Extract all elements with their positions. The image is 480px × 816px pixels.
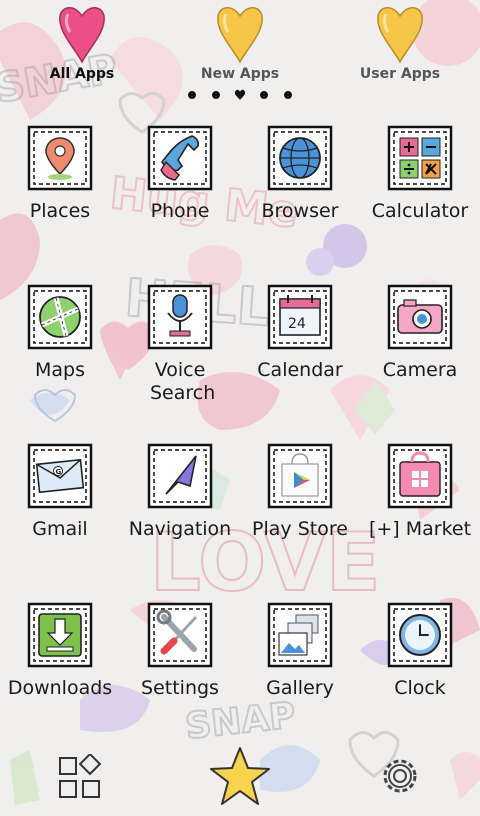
app-label: Gallery [266, 677, 334, 699]
app-label: Calendar [257, 359, 343, 381]
page-dot [284, 91, 292, 99]
app-camera[interactable]: Camera [360, 283, 480, 433]
app-label: Voice Search [150, 359, 216, 404]
settings-button[interactable] [376, 752, 424, 804]
tab-new-apps[interactable]: New Apps [180, 0, 300, 90]
gallery-photos-icon [267, 602, 333, 668]
app-browser[interactable]: Browser [240, 124, 360, 274]
download-arrow-icon [27, 602, 93, 668]
favorite-star-icon [210, 747, 270, 805]
dock [0, 740, 480, 816]
app-label: Clock [394, 677, 446, 699]
app-gallery[interactable]: Gallery [240, 601, 360, 751]
page-dot [260, 91, 268, 99]
app-maps[interactable]: Maps [0, 283, 120, 433]
app-calculator[interactable]: Calculator [360, 124, 480, 274]
phone-handset-icon [147, 125, 213, 191]
app-play-store[interactable]: Play Store [240, 442, 360, 592]
tab-new-apps-label: New Apps [200, 66, 280, 82]
heart-icon [217, 7, 263, 64]
app-label: Gmail [32, 518, 88, 540]
map-icon [27, 284, 93, 350]
tab-all-apps[interactable]: All Apps [22, 0, 142, 90]
heart-icon [377, 7, 423, 64]
app-label: Camera [382, 359, 458, 381]
app-label: Settings [141, 677, 219, 699]
app-calendar[interactable]: 24 Calendar [240, 283, 360, 433]
app-phone[interactable]: Phone [120, 124, 240, 274]
wrench-screwdriver-icon [147, 602, 213, 668]
app-settings[interactable]: Settings [120, 601, 240, 751]
page-indicator [184, 88, 296, 104]
clock-icon [387, 602, 453, 668]
app-clock[interactable]: Clock [360, 601, 480, 751]
tab-user-apps[interactable]: User Apps [340, 0, 460, 90]
navigation-arrow-icon [147, 443, 213, 509]
microphone-icon [147, 284, 213, 350]
market-bag-icon [387, 443, 453, 509]
calculator-icon [387, 125, 453, 191]
app-label: Calculator [371, 200, 469, 222]
heart-icon [59, 7, 105, 64]
app-label: Play Store [252, 518, 348, 540]
app-places[interactable]: Places [0, 124, 120, 274]
envelope-icon: G [27, 443, 93, 509]
app-label: Navigation [128, 518, 232, 540]
app-label: Browser [261, 200, 339, 222]
page-dot [212, 91, 220, 99]
tab-all-apps-label: All Apps [49, 66, 115, 82]
globe-icon [267, 125, 333, 191]
app-voice-search[interactable]: Voice Search [120, 283, 240, 433]
tab-user-apps-label: User Apps [359, 66, 441, 82]
calendar-day-text: 24 [288, 316, 306, 332]
envelope-letter-text: G [56, 468, 62, 476]
app-gmail[interactable]: G Gmail [0, 442, 120, 592]
current-page-heart-icon [234, 89, 246, 100]
page-dot [188, 91, 196, 99]
app-drawer-button[interactable] [56, 752, 104, 806]
favorites-star-button[interactable] [208, 744, 272, 814]
app-label: Phone [150, 200, 210, 222]
app-label: Maps [35, 359, 85, 381]
app-grid-icon [59, 752, 102, 798]
app-market[interactable]: [+] Market [360, 442, 480, 592]
app-navigation[interactable]: Navigation [120, 442, 240, 592]
settings-gear-icon [383, 759, 417, 793]
play-store-bag-icon [267, 443, 333, 509]
camera-icon [387, 284, 453, 350]
app-downloads[interactable]: Downloads [0, 601, 120, 751]
app-label: [+] Market [368, 518, 472, 540]
calendar-icon: 24 [267, 284, 333, 350]
app-label: Places [29, 200, 91, 222]
places-pin-icon [27, 125, 93, 191]
app-label: Downloads [7, 677, 113, 699]
